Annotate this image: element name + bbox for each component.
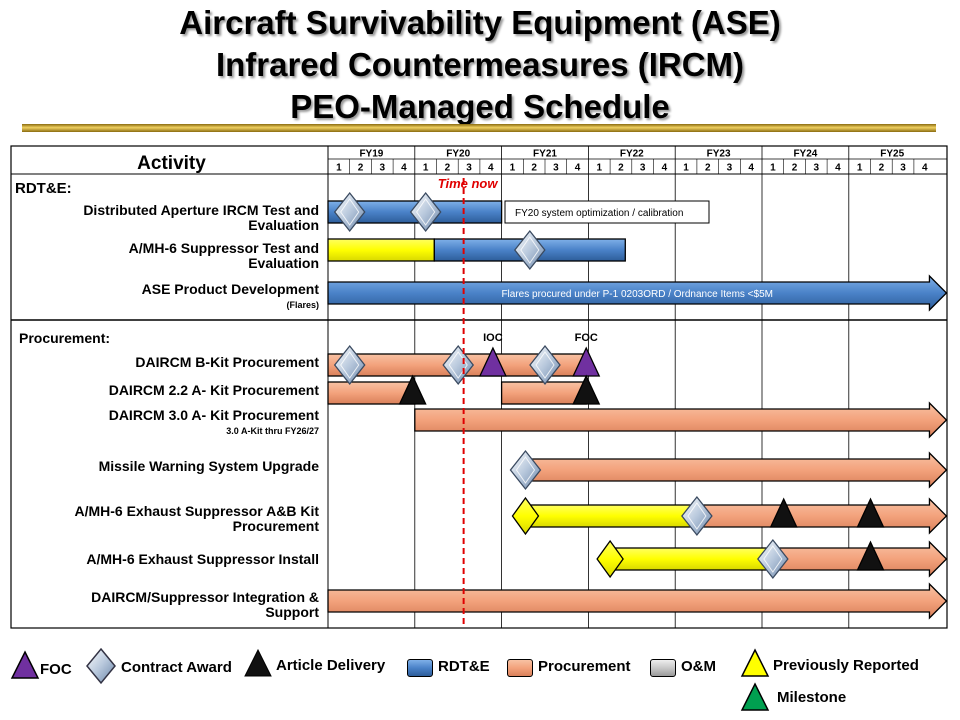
- quarter-label: 1: [423, 163, 429, 174]
- bar-annotation: Flares procured under P-1 0203ORD / Ordn…: [501, 289, 773, 300]
- procurement-bar: [772, 540, 948, 578]
- callout-text: FY20 system optimization / calibration: [515, 208, 683, 219]
- procurement-bar: [522, 451, 948, 489]
- quarter-label: 1: [770, 163, 776, 174]
- quarter-label: 2: [792, 163, 798, 174]
- quarter-label: 4: [835, 163, 841, 174]
- procurement-bar: [327, 582, 948, 620]
- activity-name: DAIRCM 2.2 A- Kit Procurement: [109, 382, 320, 398]
- quarter-label: 1: [336, 163, 342, 174]
- quarter-label: 2: [879, 163, 885, 174]
- legend-article-delivery-icon: [244, 648, 272, 677]
- fiscal-year-label: FY25: [880, 149, 904, 160]
- legend-om-swatch: [650, 659, 676, 677]
- legend-article-delivery-label: Article Delivery: [276, 657, 386, 674]
- quarter-label: 3: [813, 163, 819, 174]
- activity-name: Support: [265, 604, 319, 620]
- quarter-label: 3: [379, 163, 385, 174]
- fiscal-year-label: FY23: [707, 149, 731, 160]
- fiscal-year-label: FY22: [620, 149, 644, 160]
- quarter-label: 1: [596, 163, 602, 174]
- legend-om-label: O&M: [681, 658, 716, 675]
- quarter-label: 3: [553, 163, 559, 174]
- fiscal-year-label: FY20: [446, 149, 470, 160]
- quarter-label: 2: [445, 163, 451, 174]
- quarter-label: 2: [358, 163, 364, 174]
- activity-subnote: (Flares): [286, 300, 319, 310]
- legend-milestone-label: Milestone: [777, 689, 847, 706]
- activity-name: ASE Product Development: [142, 281, 320, 297]
- fiscal-year-label: FY24: [793, 149, 817, 160]
- activity-name: DAIRCM 3.0 A- Kit Procurement: [109, 407, 320, 423]
- activity-name: Evaluation: [248, 217, 319, 233]
- slide: Aircraft Survivability Equipment (ASE) I…: [0, 0, 960, 720]
- time-now-label: Time now: [438, 176, 499, 191]
- legend-milestone-icon: [740, 682, 770, 711]
- activity-labels: RDT&E: Distributed Aperture IRCM Test and…: [15, 180, 319, 620]
- fiscal-year-label: FY21: [533, 149, 557, 160]
- fiscal-year-label: FY19: [359, 149, 383, 160]
- activity-name: DAIRCM B-Kit Procurement: [135, 354, 319, 370]
- previously-reported-bar: [522, 504, 698, 528]
- marker-label: FOC: [575, 332, 598, 344]
- quarter-label: 1: [683, 163, 689, 174]
- activity-name: A/MH-6 Exhaust Suppressor Install: [86, 551, 319, 567]
- quarter-label: 4: [488, 163, 494, 174]
- quarter-label: 4: [575, 163, 581, 174]
- quarter-label: 1: [510, 163, 516, 174]
- legend-rdte-label: RDT&E: [438, 658, 490, 675]
- schedule-chart: FY19 1 2 3 4 FY20 1 2 3 4 FY21 1 2 3 4 FY22 1 2 3 4 FY23 1 2 3 4…: [10, 145, 948, 629]
- legend-procurement-label: Procurement: [538, 658, 631, 675]
- previously-reported-icon: [596, 539, 624, 579]
- quarter-label: 2: [705, 163, 711, 174]
- legend-contract-award-label: Contract Award: [121, 659, 232, 676]
- legend-previously-reported-icon: [740, 648, 770, 677]
- quarter-label: 4: [662, 163, 668, 174]
- quarter-label: 4: [401, 163, 407, 174]
- quarter-label: 3: [900, 163, 906, 174]
- legend-procurement-swatch: [507, 659, 533, 677]
- quarter-label: 1: [857, 163, 863, 174]
- quarter-label: 3: [466, 163, 472, 174]
- activity-header: Activity: [137, 153, 206, 174]
- section-label: Procurement:: [19, 330, 110, 346]
- activity-subnote: 3.0 A-Kit thru FY26/27: [226, 426, 319, 436]
- quarter-label: 3: [640, 163, 646, 174]
- quarter-label: 2: [531, 163, 537, 174]
- previously-reported-icon: [511, 496, 540, 536]
- previously-reported-bar: [327, 238, 435, 262]
- procurement-bar: [696, 497, 948, 535]
- legend-foc-icon: [10, 650, 40, 679]
- activity-name: Evaluation: [248, 255, 319, 271]
- activity-name: Distributed Aperture IRCM Test and: [83, 202, 319, 218]
- legend-previously-reported-label: Previously Reported: [773, 657, 919, 674]
- activity-bars: FY20 system optimization / calibration Fl…: [327, 200, 948, 620]
- legend-foc-label: FOC: [40, 661, 72, 678]
- activity-name: Missile Warning System Upgrade: [99, 458, 320, 474]
- activity-name: A/MH-6 Suppressor Test and: [129, 240, 319, 256]
- legend-rdte-swatch: [407, 659, 433, 677]
- marker-label: IOC: [483, 332, 503, 344]
- previously-reported-bar: [609, 547, 774, 571]
- section-label: RDT&E:: [15, 180, 72, 197]
- quarter-label: 4: [922, 163, 928, 174]
- activity-name: Procurement: [233, 518, 320, 534]
- activity-name: DAIRCM/Suppressor Integration &: [91, 589, 319, 605]
- procurement-bar: [500, 381, 587, 405]
- procurement-bar: [414, 401, 948, 439]
- legend-contract-award-icon: [86, 647, 116, 685]
- quarter-label: 2: [618, 163, 624, 174]
- activity-name: A/MH-6 Exhaust Suppressor A&B Kit: [74, 503, 319, 519]
- quarter-label: 3: [727, 163, 733, 174]
- quarter-label: 4: [748, 163, 754, 174]
